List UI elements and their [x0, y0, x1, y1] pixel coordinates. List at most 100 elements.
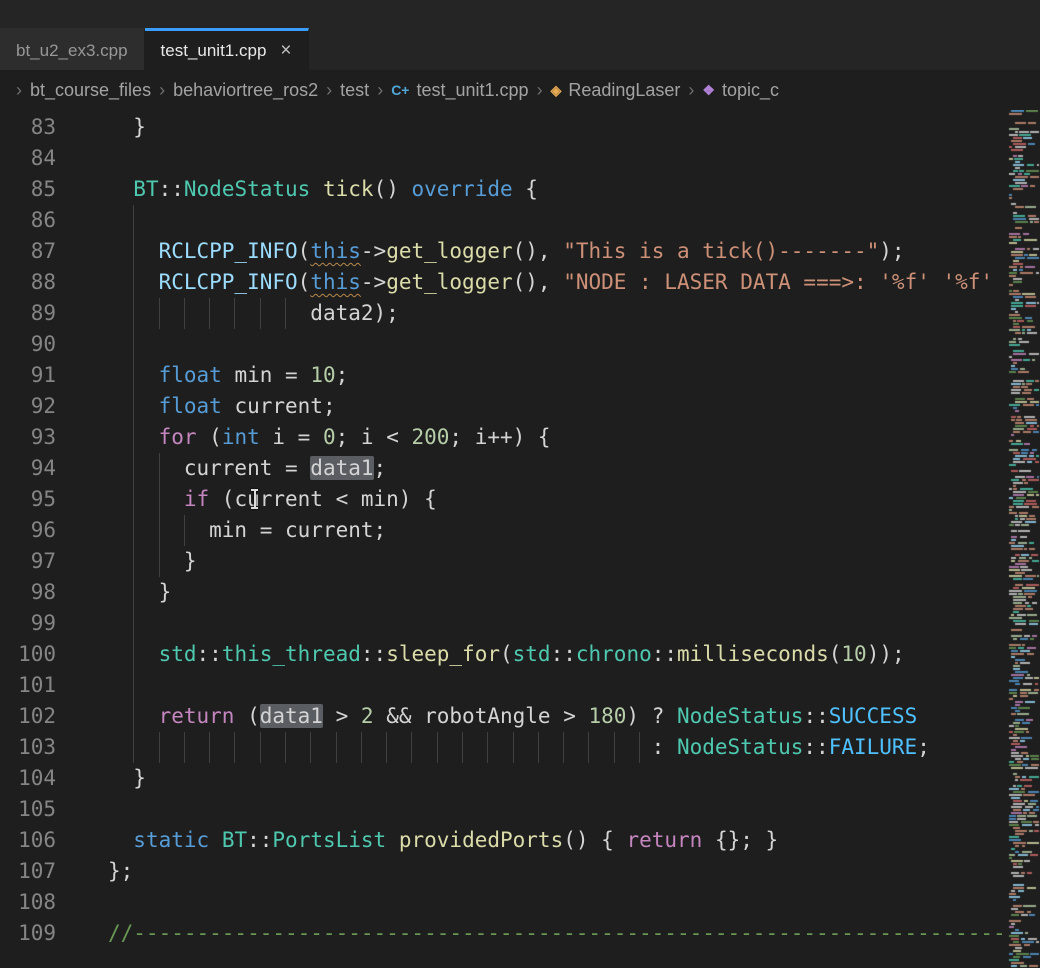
- breadcrumb-item-behaviortree_ros2[interactable]: behaviortree_ros2: [173, 80, 318, 101]
- line-number[interactable]: 85: [0, 174, 80, 205]
- code-line-88[interactable]: RCLCPP_INFO(this->get_logger(), "NODE : …: [108, 267, 1008, 298]
- line-number[interactable]: 102: [0, 701, 80, 732]
- chevron-right-icon: ›: [159, 80, 165, 101]
- line-number[interactable]: 87: [0, 236, 80, 267]
- code-line-89[interactable]: data2);: [108, 298, 1008, 329]
- code-area[interactable]: } BT::NodeStatus tick() override { RCLCP…: [80, 110, 1008, 968]
- line-number[interactable]: 96: [0, 515, 80, 546]
- line-number[interactable]: 88: [0, 267, 80, 298]
- code-token: for: [159, 425, 197, 449]
- code-line-104[interactable]: }: [108, 763, 1008, 794]
- line-number[interactable]: 89: [0, 298, 80, 329]
- breadcrumb-item-test_unit1.cpp[interactable]: C+test_unit1.cpp: [391, 80, 528, 101]
- line-number[interactable]: 86: [0, 205, 80, 236]
- code-line-103[interactable]: : NodeStatus::FAILURE;: [108, 732, 1008, 763]
- code-token: RCLCPP_INFO: [159, 270, 298, 294]
- chevron-right-icon: ›: [377, 80, 383, 101]
- code-line-95[interactable]: if (current < min) {: [108, 484, 1008, 515]
- code-token: (: [500, 642, 513, 666]
- code-token: NodeStatus: [677, 735, 803, 759]
- code-token: get_logger: [386, 239, 512, 263]
- tab-bt_u2_ex3-cpp[interactable]: bt_u2_ex3.cpp: [0, 28, 145, 70]
- line-number[interactable]: 98: [0, 577, 80, 608]
- breadcrumb-item-bt_course_files[interactable]: bt_course_files: [30, 80, 151, 101]
- code-token: ::: [551, 642, 576, 666]
- code-line-98[interactable]: }: [108, 577, 1008, 608]
- code-line-108[interactable]: [108, 887, 1008, 918]
- indent-guide: [133, 484, 134, 515]
- code-line-97[interactable]: }: [108, 546, 1008, 577]
- code-token: this: [310, 239, 361, 263]
- line-number[interactable]: 109: [0, 918, 80, 949]
- code-line-85[interactable]: BT::NodeStatus tick() override {: [108, 174, 1008, 205]
- code-token: current =: [108, 456, 310, 480]
- code-line-91[interactable]: float min = 10;: [108, 360, 1008, 391]
- line-number[interactable]: 101: [0, 670, 80, 701]
- code-token: ::: [652, 642, 677, 666]
- indent-guide: [133, 267, 134, 298]
- code-token: 180: [588, 704, 626, 728]
- line-number[interactable]: 93: [0, 422, 80, 453]
- code-line-96[interactable]: min = current;: [108, 515, 1008, 546]
- line-number[interactable]: 106: [0, 825, 80, 856]
- code-line-99[interactable]: [108, 608, 1008, 639]
- line-number[interactable]: 103: [0, 732, 80, 763]
- line-number[interactable]: 91: [0, 360, 80, 391]
- close-icon[interactable]: ×: [280, 41, 291, 60]
- breadcrumb-item-ReadingLaser[interactable]: ◈ReadingLaser: [551, 80, 681, 101]
- code-token: i =: [260, 425, 323, 449]
- line-number[interactable]: 94: [0, 453, 80, 484]
- code-line-100[interactable]: std::this_thread::sleep_for(std::chrono:…: [108, 639, 1008, 670]
- code-token: std: [159, 642, 197, 666]
- code-line-93[interactable]: for (int i = 0; i < 200; i++) {: [108, 422, 1008, 453]
- minimap[interactable]: [1008, 110, 1040, 968]
- code-line-109[interactable]: //--------------------------------------…: [108, 918, 1008, 949]
- breadcrumb-label: ReadingLaser: [568, 80, 680, 101]
- vscode-window: bt_u2_ex3.cpp test_unit1.cpp × › bt_cours…: [0, 0, 1040, 968]
- code-token: int: [222, 425, 260, 449]
- code-line-94[interactable]: current = data1;: [108, 453, 1008, 484]
- indent-guide: [159, 515, 160, 546]
- breadcrumb-item-test[interactable]: test: [340, 80, 369, 101]
- code-line-84[interactable]: [108, 143, 1008, 174]
- code-token: ;: [917, 735, 930, 759]
- line-number[interactable]: 108: [0, 887, 80, 918]
- code-token: chrono: [576, 642, 652, 666]
- breadcrumb-item-topic_c[interactable]: ❖topic_c: [702, 80, 779, 101]
- indent-guide: [462, 732, 463, 763]
- indent-guide: [184, 298, 185, 329]
- line-number[interactable]: 100: [0, 639, 80, 670]
- code-token: (: [197, 425, 222, 449]
- indent-guide: [234, 298, 235, 329]
- code-line-86[interactable]: [108, 205, 1008, 236]
- code-line-92[interactable]: float current;: [108, 391, 1008, 422]
- line-number[interactable]: 84: [0, 143, 80, 174]
- line-number[interactable]: 92: [0, 391, 80, 422]
- line-number[interactable]: 95: [0, 484, 80, 515]
- indent-guide: [133, 701, 134, 732]
- code-token: data2);: [310, 301, 399, 325]
- line-number[interactable]: 83: [0, 112, 80, 143]
- code-line-105[interactable]: [108, 794, 1008, 825]
- line-number[interactable]: 90: [0, 329, 80, 360]
- code-token: () {: [563, 828, 626, 852]
- code-line-83[interactable]: }: [108, 112, 1008, 143]
- line-number[interactable]: 97: [0, 546, 80, 577]
- code-line-107[interactable]: };: [108, 856, 1008, 887]
- code-token: "NODE : LASER DATA ===>: '%f' '%f': [563, 270, 993, 294]
- code-token: [310, 177, 323, 201]
- code-line-106[interactable]: static BT::PortsList providedPorts() { r…: [108, 825, 1008, 856]
- line-number[interactable]: 107: [0, 856, 80, 887]
- code-line-90[interactable]: [108, 329, 1008, 360]
- line-number[interactable]: 99: [0, 608, 80, 639]
- indent-guide: [133, 391, 134, 422]
- line-number[interactable]: 104: [0, 763, 80, 794]
- code-token: ::: [247, 828, 272, 852]
- indent-guide: [133, 422, 134, 453]
- tab-test_unit1-cpp[interactable]: test_unit1.cpp ×: [145, 28, 309, 70]
- code-token: ;: [374, 456, 387, 480]
- code-line-87[interactable]: RCLCPP_INFO(this->get_logger(), "This is…: [108, 236, 1008, 267]
- code-line-101[interactable]: [108, 670, 1008, 701]
- line-number[interactable]: 105: [0, 794, 80, 825]
- code-line-102[interactable]: return (data1 > 2 && robotAngle > 180) ?…: [108, 701, 1008, 732]
